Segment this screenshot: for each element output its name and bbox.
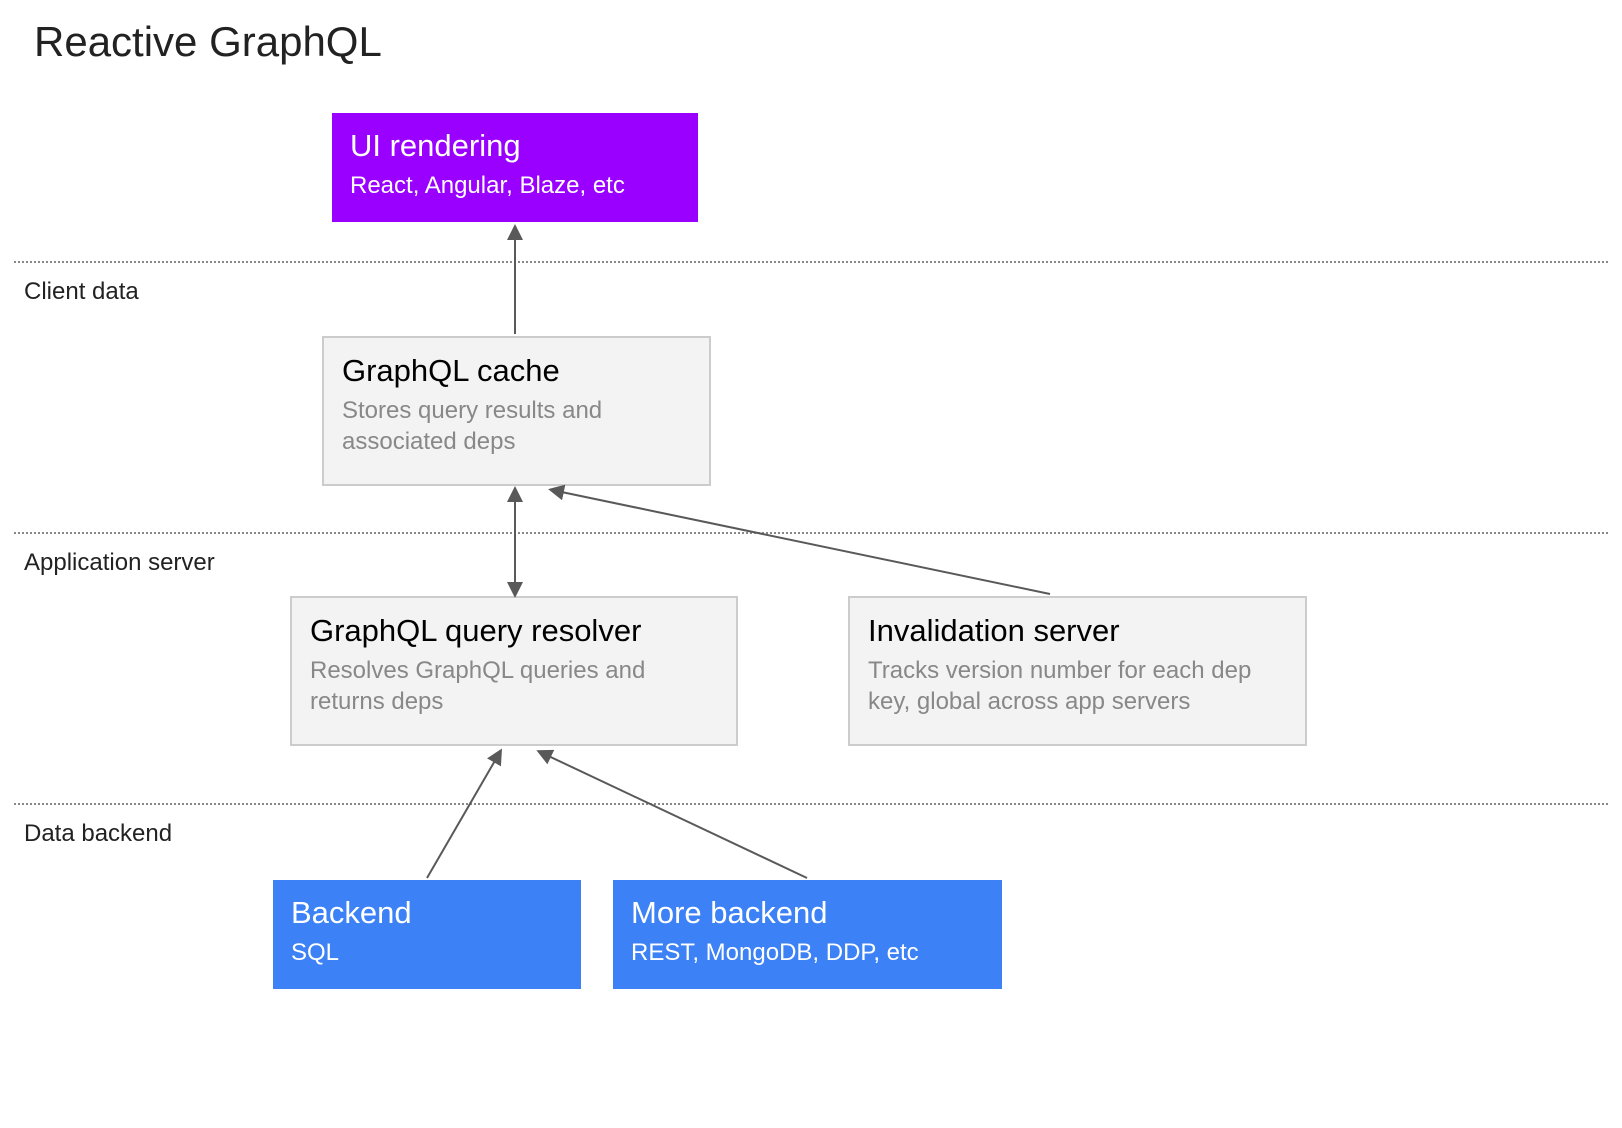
- box-backend: Backend SQL: [273, 880, 581, 989]
- box-graphql-cache: GraphQL cache Stores query results and a…: [322, 336, 711, 486]
- section-label-client-data: Client data: [24, 278, 139, 306]
- box-more-backend-sub: REST, MongoDB, DDP, etc: [631, 937, 984, 968]
- box-more-backend-title: More backend: [631, 894, 984, 933]
- divider-client-data: [14, 261, 1608, 263]
- box-graphql-cache-title: GraphQL cache: [342, 352, 691, 391]
- box-graphql-cache-sub: Stores query results and associated deps: [342, 395, 691, 457]
- divider-application-server: [14, 532, 1608, 534]
- box-backend-title: Backend: [291, 894, 563, 933]
- section-label-application-server: Application server: [24, 549, 215, 577]
- box-backend-sub: SQL: [291, 937, 563, 968]
- box-ui-rendering: UI rendering React, Angular, Blaze, etc: [332, 113, 698, 222]
- box-ui-rendering-title: UI rendering: [350, 127, 680, 166]
- box-invalidation-server-sub: Tracks version number for each dep key, …: [868, 655, 1287, 717]
- box-invalidation-server-title: Invalidation server: [868, 612, 1287, 651]
- arrow-morebackend-to-resolver: [540, 752, 807, 878]
- box-graphql-resolver: GraphQL query resolver Resolves GraphQL …: [290, 596, 738, 746]
- arrow-invalidation-to-cache: [552, 490, 1050, 594]
- box-more-backend: More backend REST, MongoDB, DDP, etc: [613, 880, 1002, 989]
- box-ui-rendering-sub: React, Angular, Blaze, etc: [350, 170, 680, 201]
- divider-data-backend: [14, 803, 1608, 805]
- arrow-backend-to-resolver: [427, 752, 500, 878]
- box-graphql-resolver-sub: Resolves GraphQL queries and returns dep…: [310, 655, 718, 717]
- diagram-canvas: Reactive GraphQL Client data Application…: [0, 0, 1622, 1128]
- diagram-title: Reactive GraphQL: [34, 18, 382, 66]
- box-graphql-resolver-title: GraphQL query resolver: [310, 612, 718, 651]
- section-label-data-backend: Data backend: [24, 820, 172, 848]
- box-invalidation-server: Invalidation server Tracks version numbe…: [848, 596, 1307, 746]
